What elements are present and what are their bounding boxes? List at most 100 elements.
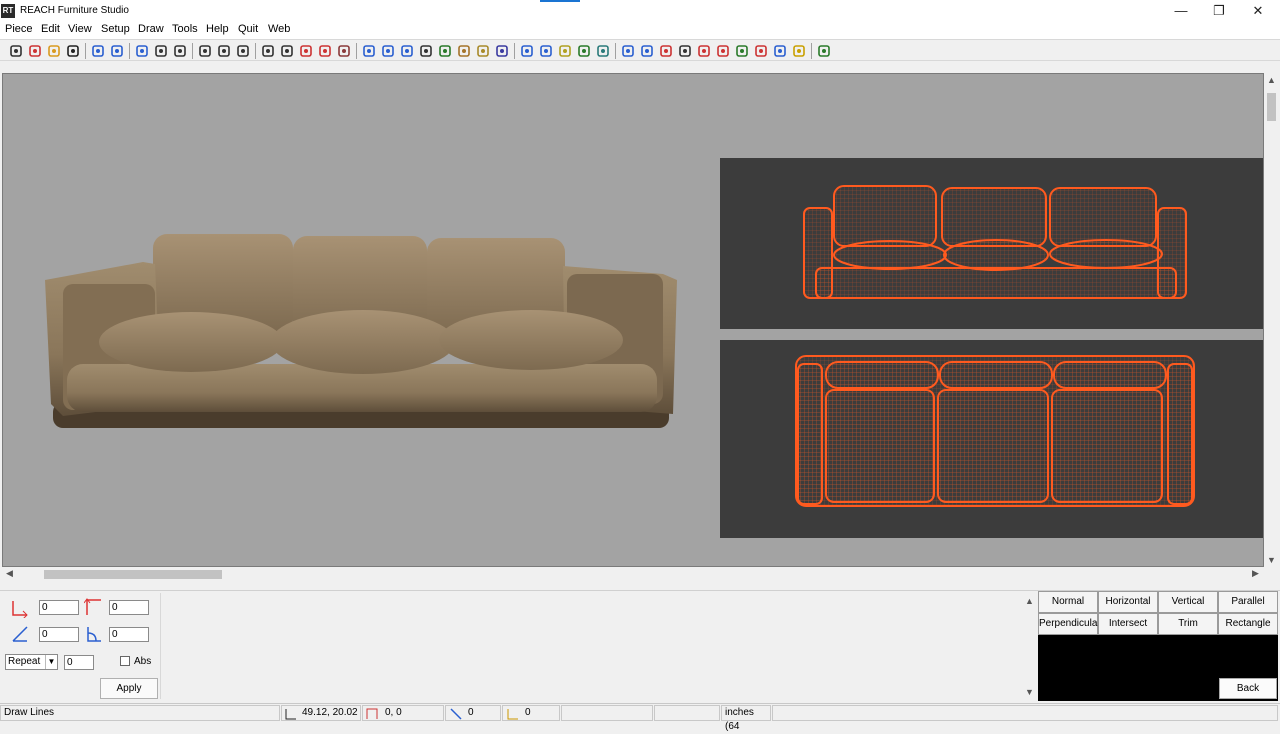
funnel-icon[interactable] [557, 43, 573, 59]
menu-draw[interactable]: Draw [138, 23, 164, 35]
sphere-icon[interactable] [475, 43, 491, 59]
zoom-in-icon[interactable] [197, 43, 213, 59]
y-field-1[interactable]: 0 [109, 600, 149, 615]
chair-icon[interactable] [753, 43, 769, 59]
line-icon[interactable] [260, 43, 276, 59]
open-folder-icon[interactable] [46, 43, 62, 59]
status-delta-value: 0, 0 [385, 707, 402, 718]
vertical-scrollbar[interactable]: ▲ ▼ [1264, 73, 1278, 567]
camera-icon[interactable] [772, 43, 788, 59]
menu-piece[interactable]: Piece [5, 23, 33, 35]
repeat-select[interactable]: Repeat ▼ [5, 654, 58, 670]
panel-scroll-down-icon[interactable]: ▼ [1025, 687, 1034, 697]
zoom-out-icon[interactable] [216, 43, 232, 59]
open-file-icon[interactable] [639, 43, 655, 59]
y-field-2[interactable]: 0 [109, 627, 149, 642]
status-angle-value: 0 [525, 707, 531, 718]
assembly-icon[interactable] [437, 43, 453, 59]
position-icon [285, 709, 296, 720]
restore-button[interactable]: ❐ [1199, 0, 1239, 22]
repeat-count-field[interactable]: 0 [64, 655, 94, 670]
cut-icon[interactable] [153, 43, 169, 59]
undo-icon[interactable] [90, 43, 106, 59]
horizontal-scroll-thumb[interactable] [44, 570, 222, 579]
horizontal-scrollbar[interactable]: ◀ ▶ [2, 567, 1264, 581]
back-button[interactable]: Back [1219, 678, 1277, 699]
toolbar-separator [514, 43, 515, 59]
abs-checkbox[interactable] [120, 656, 130, 666]
mode-rectangle-button[interactable]: Rectangle [1218, 613, 1278, 635]
target-icon[interactable] [538, 43, 554, 59]
break-icon[interactable] [317, 43, 333, 59]
status-empty-2 [654, 705, 720, 721]
close-button[interactable]: ✕ [1238, 0, 1278, 22]
export-icon[interactable] [620, 43, 636, 59]
rotate-icon[interactable] [399, 43, 415, 59]
scroll-left-icon[interactable]: ◀ [6, 568, 13, 579]
arc-icon[interactable] [279, 43, 295, 59]
panel-scroll-up-icon[interactable]: ▲ [1025, 596, 1034, 606]
x-field-1[interactable]: 0 [39, 600, 79, 615]
menu-help[interactable]: Help [206, 23, 229, 35]
save-icon[interactable] [65, 43, 81, 59]
redo-icon[interactable] [109, 43, 125, 59]
wireframe-top-view [720, 340, 1263, 538]
scroll-down-icon[interactable]: ▼ [1267, 555, 1276, 565]
joints-icon[interactable] [576, 43, 592, 59]
status-angle: 0 [502, 705, 560, 721]
move-icon[interactable] [172, 43, 188, 59]
add-icon[interactable] [27, 43, 43, 59]
menu-web[interactable]: Web [268, 23, 290, 35]
status-length-value: 0 [468, 707, 474, 718]
scroll-right-icon[interactable]: ▶ [1252, 568, 1259, 579]
part-icon[interactable] [380, 43, 396, 59]
layout-icon[interactable] [519, 43, 535, 59]
shade-icon[interactable] [494, 43, 510, 59]
tool-icon[interactable] [658, 43, 674, 59]
mode-horizontal-button[interactable]: Horizontal [1098, 591, 1158, 613]
measure-icon[interactable] [696, 43, 712, 59]
vertical-scroll-thumb[interactable] [1267, 93, 1276, 121]
toolbar-separator [192, 43, 193, 59]
material-icon[interactable] [595, 43, 611, 59]
status-delta: 0, 0 [362, 705, 444, 721]
delta-icon [366, 708, 378, 719]
arc-angle-icon [87, 627, 101, 642]
menu-setup[interactable]: Setup [101, 23, 130, 35]
zoom-fit-icon[interactable] [235, 43, 251, 59]
apply-button[interactable]: Apply [100, 678, 158, 699]
title-bar: RT REACH Furniture Studio — ❐ ✕ [0, 0, 1280, 22]
window-title: REACH Furniture Studio [20, 5, 129, 16]
mode-trim-button[interactable]: Trim [1158, 613, 1218, 635]
circle-point-icon[interactable] [336, 43, 352, 59]
mirror-icon[interactable] [418, 43, 434, 59]
mirror-axis-icon[interactable] [677, 43, 693, 59]
toolbar-separator [356, 43, 357, 59]
mode-vertical-button[interactable]: Vertical [1158, 591, 1218, 613]
text-a2-icon[interactable] [715, 43, 731, 59]
mode-parallel-button[interactable]: Parallel [1218, 591, 1278, 613]
wireframe-front-view [720, 158, 1263, 329]
mode-intersect-button[interactable]: Intersect [1098, 613, 1158, 635]
select-arrow-icon[interactable] [134, 43, 150, 59]
new-file-icon[interactable] [8, 43, 24, 59]
dimension-vertical-icon[interactable] [298, 43, 314, 59]
x-field-2[interactable]: 0 [39, 627, 79, 642]
drawing-viewport[interactable] [2, 73, 1264, 567]
menu-tools[interactable]: Tools [172, 23, 198, 35]
menu-view[interactable]: View [68, 23, 92, 35]
trophy-icon[interactable] [791, 43, 807, 59]
boot-icon[interactable] [734, 43, 750, 59]
snap-mode-grid: Normal Horizontal Vertical Parallel Perpendi… [1038, 591, 1278, 635]
menu-quit[interactable]: Quit [238, 23, 258, 35]
menu-edit[interactable]: Edit [41, 23, 60, 35]
mode-perpendicular-button[interactable]: Perpendicular [1038, 613, 1101, 635]
length-icon [450, 708, 462, 720]
sofa-render-image [45, 234, 677, 428]
grid-icon[interactable] [816, 43, 832, 59]
scroll-up-icon[interactable]: ▲ [1267, 75, 1276, 85]
minimize-button[interactable]: — [1161, 0, 1201, 22]
hand-icon[interactable] [456, 43, 472, 59]
mode-normal-button[interactable]: Normal [1038, 591, 1098, 613]
angle-tool-icon[interactable] [361, 43, 377, 59]
